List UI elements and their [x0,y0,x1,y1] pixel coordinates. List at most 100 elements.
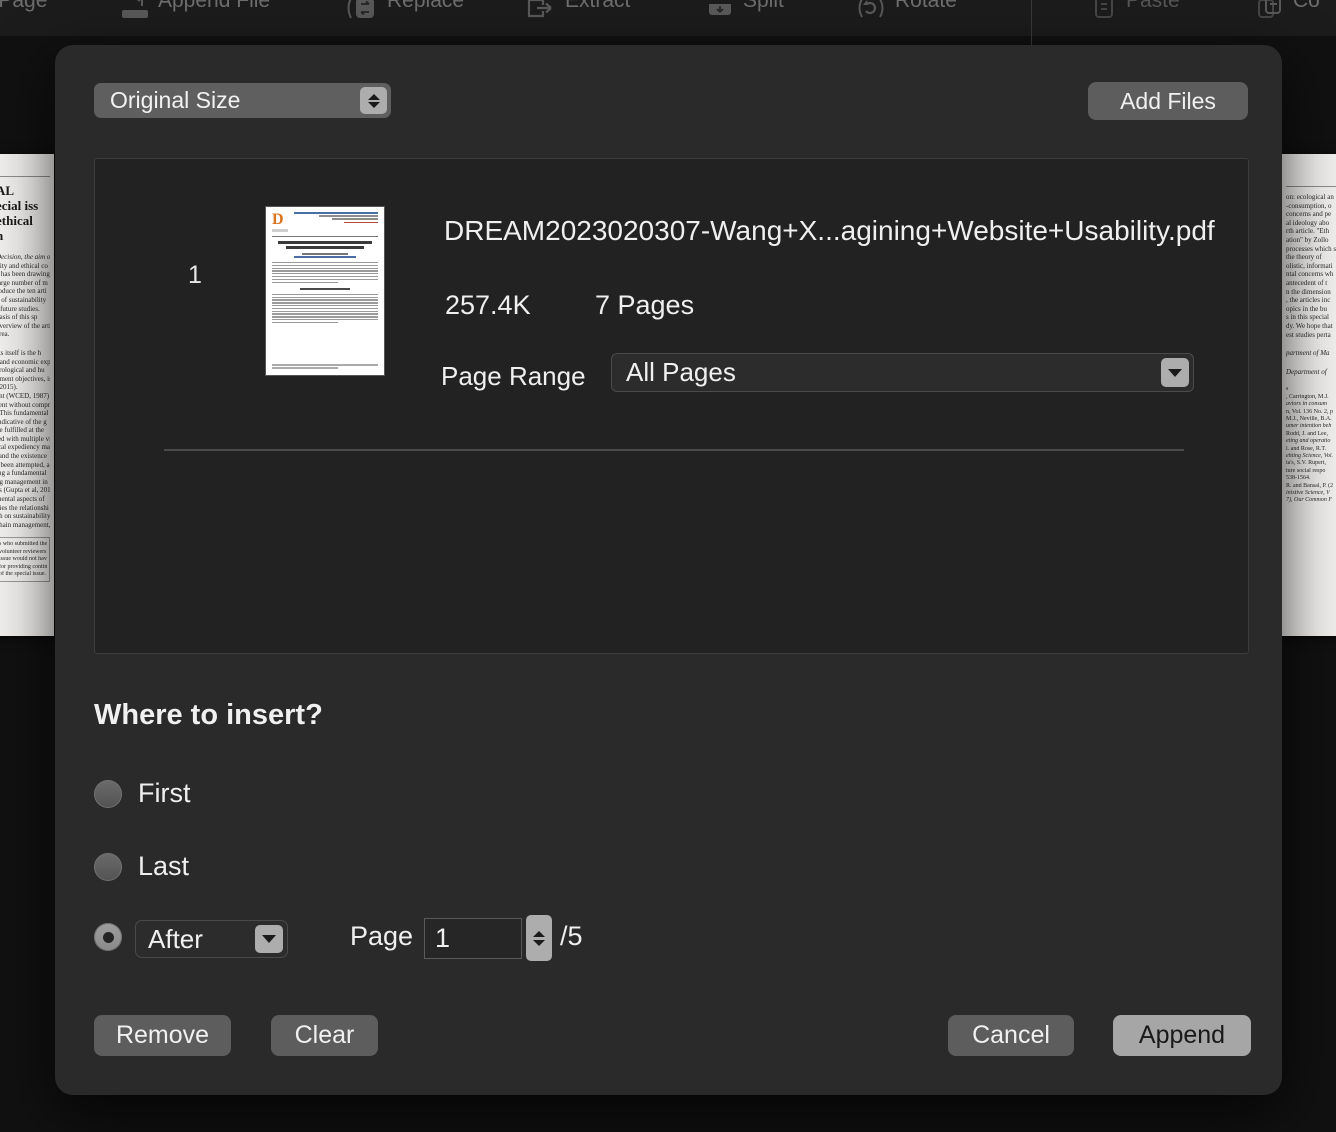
toolbar-label-replace: Replace [387,0,465,12]
bg-right-body-16: est studies perta [1286,330,1331,339]
page-number-value: 1 [435,923,451,953]
toolbar-label-append-file: Append File [158,0,271,12]
chevron-up-icon [367,93,380,100]
bg-left-body-9: area. [0,330,10,339]
bg-left-body2-20: chain management, [0,520,50,529]
bg-left-heading-0: AL [0,183,15,198]
page-range-label: Page Range [441,361,586,391]
bg-left-body2-0: sts itself is the h [0,348,42,357]
toolbar-label-paste: Paste [1126,0,1180,12]
clear-button[interactable]: Clear [271,1015,378,1056]
file-list-row[interactable]: 1 D DREAM2023020307-Wang+X...agining+Web… [95,159,1248,451]
insert-position-select[interactable]: After [135,920,288,958]
copy-icon [1255,0,1285,26]
bg-left-heading-3: n [0,228,50,243]
bg-right-ref-2: aviors in consum [1286,401,1327,408]
bg-left-body2-10: ted with multiple vi [0,434,50,443]
bg-right-ref-0: s [1286,386,1289,393]
bg-right-body-12: , the articles inc [1286,296,1331,305]
add-files-button[interactable]: Add Files [1088,82,1248,120]
bg-right-body-5: ation" by Zollo [1286,235,1329,244]
page-range-select[interactable]: All Pages [611,353,1194,392]
page-number-input[interactable]: 1 [424,918,522,959]
radio-after[interactable] [94,923,122,951]
bg-left-body2-13: s been attempted, a [0,460,50,469]
bg-right-ref-13: R. and Bansal, P. (2 [1286,482,1334,489]
stepper-down-icon[interactable] [533,939,545,946]
bg-left-footer-2: issue would not have b [0,556,47,563]
background-document-page-right: on: ecological an -consumption, o concer… [1282,154,1336,636]
radio-last[interactable] [94,852,122,881]
bg-right-ref-1: , Carrington, M.J. [1286,393,1329,400]
toolbar-item-split[interactable]: Split [705,0,784,36]
size-popup-button[interactable]: Original Size [94,83,391,118]
bg-right-body-2: concerns and pe [1286,210,1332,219]
bg-left-body2-14: ing a fundamental [0,469,47,478]
thumbnail-journal-logo: D [272,211,284,228]
chevron-down-icon[interactable] [1161,358,1189,387]
radio-option-last[interactable]: Last [94,851,189,882]
toolbar-item-blank-page[interactable]: k Page [0,0,47,36]
file-page-count: 7 Pages [595,290,695,320]
bg-left-body2-2: erological and hu [0,366,45,375]
cancel-button[interactable]: Cancel [948,1015,1074,1056]
bg-left-footer-1: volunteer reviewers w [0,548,47,555]
bg-right-body-11: n the dimension [1286,287,1331,296]
bg-right-ref-6: Rodd, J. and Lee, [1286,430,1328,437]
file-row-separator [164,449,1184,451]
bg-left-body-0: Decision, the aim of [0,253,50,261]
bg-left-body2-18: dies the relationshi [0,503,49,512]
bg-left-body2-6: sent without compro [0,400,50,409]
radio-option-after[interactable] [94,923,122,951]
bg-left-body-5: g of sustainability [0,295,47,304]
bg-right-ref-5: umer intention beh [1286,423,1332,430]
bg-right-affiliation-1: Department of [1286,367,1327,376]
bg-left-body-8: overview of the arti [0,321,50,330]
bg-left-body2-3: pment objectives, is [0,374,50,383]
toolbar-item-replace[interactable]: Replace [345,0,464,36]
bg-left-body2-7: . This fundamental c [0,409,50,418]
screen: AL ecial iss ethical n Decision, the aim… [0,0,1336,1132]
insert-position-value: After [148,923,203,954]
bg-left-body2-4: , 2015). [0,383,18,392]
bg-left-body2-15: ng management in [0,477,48,486]
bg-right-body-13: opics in the bu [1286,304,1328,313]
toolbar-item-rotate[interactable]: Rotate [855,0,957,36]
toolbar-item-paste[interactable]: Paste [1090,0,1180,36]
chevron-updown-icon[interactable] [360,87,387,114]
radio-last-label: Last [138,851,190,881]
file-index: 1 [188,261,202,289]
bg-left-footer-4: of the special issue. [0,571,46,578]
bg-right-body-4: rth article. "Eth [1286,227,1330,236]
paste-icon [1090,0,1118,26]
bg-right-ref-10: ia's, S.V. Rupert, [1286,460,1326,467]
where-to-insert-title: Where to insert? [94,699,323,731]
bg-right-body-0: on: ecological an [1286,193,1334,201]
page-range-value: All Pages [626,357,736,387]
file-list-panel[interactable]: 1 D DREAM2023020307-Wang+X...agining+Web… [94,158,1249,654]
bg-right-ref-9: ehting Science, Vol. [1286,452,1333,459]
toolbar-item-append-file[interactable]: Append File [120,0,270,36]
page-number-label: Page [350,921,414,951]
bg-left-body2-5: ent (WCED, 1987) h [0,391,50,400]
radio-option-first[interactable]: First [94,778,190,809]
extract-icon [525,0,557,26]
bg-right-ref-8: l. and Rose, R.T. [1286,445,1327,452]
remove-button[interactable]: Remove [94,1015,231,1056]
page-number-stepper[interactable] [526,915,552,961]
radio-first[interactable] [94,779,122,808]
append-file-icon [120,0,150,24]
toolbar-item-copy[interactable]: Co [1255,0,1320,36]
stepper-up-icon[interactable] [533,930,545,937]
file-size: 257.4K [445,290,531,320]
bg-right-ref-4: M.J., Neville, B.A. [1286,415,1332,422]
bg-left-body2-1: l and economic exp [0,357,50,366]
bg-right-body-8: olistic, informati [1286,261,1333,270]
chevron-down-icon[interactable] [255,925,283,953]
bg-left-body2-17: mental aspects of [0,495,45,504]
toolbar-item-extract[interactable]: Extract [525,0,630,36]
bg-right-affiliation-0: partment of Ma [1286,349,1330,358]
bg-left-body-6: r future studies. [0,304,40,313]
append-button[interactable]: Append [1113,1015,1251,1056]
bg-left-body2-19: ch on sustainability [0,512,50,521]
